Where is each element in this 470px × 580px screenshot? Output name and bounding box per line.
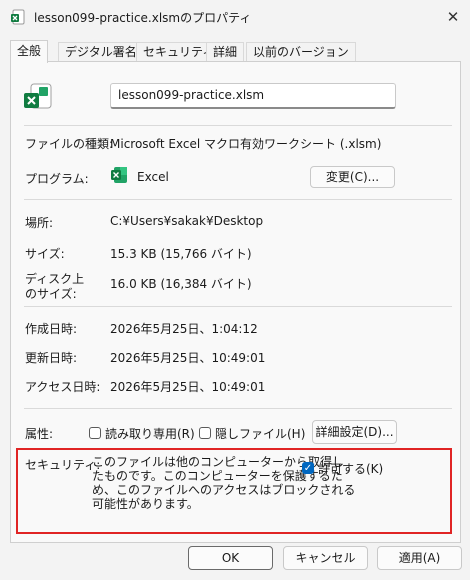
accessed-value: 2026年5月25日、10:49:01 <box>110 380 266 394</box>
security-label: セキュリティ: <box>25 458 101 472</box>
close-button[interactable]: ✕ <box>442 6 464 28</box>
disk-size-label-line2: のサイズ: <box>25 287 77 301</box>
tab-general[interactable]: 全般 <box>10 40 49 63</box>
modified-label: 更新日時: <box>25 351 78 365</box>
cancel-button[interactable]: キャンセル <box>283 546 368 570</box>
modified-value: 2026年5月25日、10:49:01 <box>110 351 266 365</box>
location-label: 場所: <box>25 216 54 230</box>
separator <box>24 306 452 307</box>
change-program-button[interactable]: 変更(C)... <box>310 166 395 188</box>
separator <box>24 199 452 200</box>
security-message: このファイルは他のコンピューターから取得し たものです。このコンピューターを保護… <box>92 455 356 511</box>
location-value: C:¥Users¥sakak¥Desktop <box>110 214 264 228</box>
security-message-line: め、このファイルへのアクセスはブロックされる <box>92 483 356 497</box>
tab-details[interactable]: 詳細 <box>206 42 245 62</box>
size-value: 15.3 KB (15,766 バイト) <box>110 247 252 261</box>
unblock-checkbox[interactable]: ✓ <box>302 462 314 474</box>
security-message-line: たものです。このコンピューターを保護するた <box>92 469 343 483</box>
ok-button[interactable]: OK <box>188 546 273 570</box>
excel-app-icon <box>110 166 128 184</box>
tab-digital-signature[interactable]: デジタル署名 <box>58 42 144 62</box>
accessed-label: アクセス日時: <box>25 380 101 394</box>
hidden-checkbox[interactable] <box>199 427 211 439</box>
separator <box>24 408 452 409</box>
program-value: Excel <box>137 170 169 184</box>
size-label: サイズ: <box>25 247 65 261</box>
excel-file-icon <box>10 9 26 25</box>
readonly-label[interactable]: 読み取り専用(R) <box>105 425 195 442</box>
file-type-label: ファイルの種類: <box>25 137 114 151</box>
security-message-line: 可能性があります。 <box>92 497 199 511</box>
tab-bar: 全般 デジタル署名 セキュリティ 詳細 以前のバージョン <box>10 40 460 63</box>
disk-size-value: 16.0 KB (16,384 バイト) <box>110 277 252 291</box>
apply-button[interactable]: 適用(A) <box>377 546 462 570</box>
security-message-line: このファイルは他のコンピューターから取得し <box>92 455 345 469</box>
separator <box>24 125 452 126</box>
attributes-label: 属性: <box>25 427 54 441</box>
hidden-label[interactable]: 隠しファイル(H) <box>215 425 305 442</box>
filename-input[interactable]: lesson099-practice.xlsm <box>110 83 396 109</box>
unblock-label[interactable]: 許可する(K) <box>318 460 383 477</box>
file-type-value: Microsoft Excel マクロ有効ワークシート (.xlsm) <box>110 137 382 151</box>
program-label: プログラム: <box>25 172 89 186</box>
tab-previous-versions[interactable]: 以前のバージョン <box>246 42 356 62</box>
created-value: 2026年5月25日、1:04:12 <box>110 322 258 336</box>
title-bar: lesson099-practice.xlsmのプロパティ ✕ <box>0 0 470 34</box>
created-label: 作成日時: <box>25 322 78 336</box>
window-title: lesson099-practice.xlsmのプロパティ <box>34 11 252 25</box>
advanced-button[interactable]: 詳細設定(D)... <box>312 420 397 444</box>
checkmark-icon: ✓ <box>303 463 313 474</box>
readonly-checkbox[interactable] <box>89 427 101 439</box>
excel-macro-file-icon <box>22 82 54 114</box>
